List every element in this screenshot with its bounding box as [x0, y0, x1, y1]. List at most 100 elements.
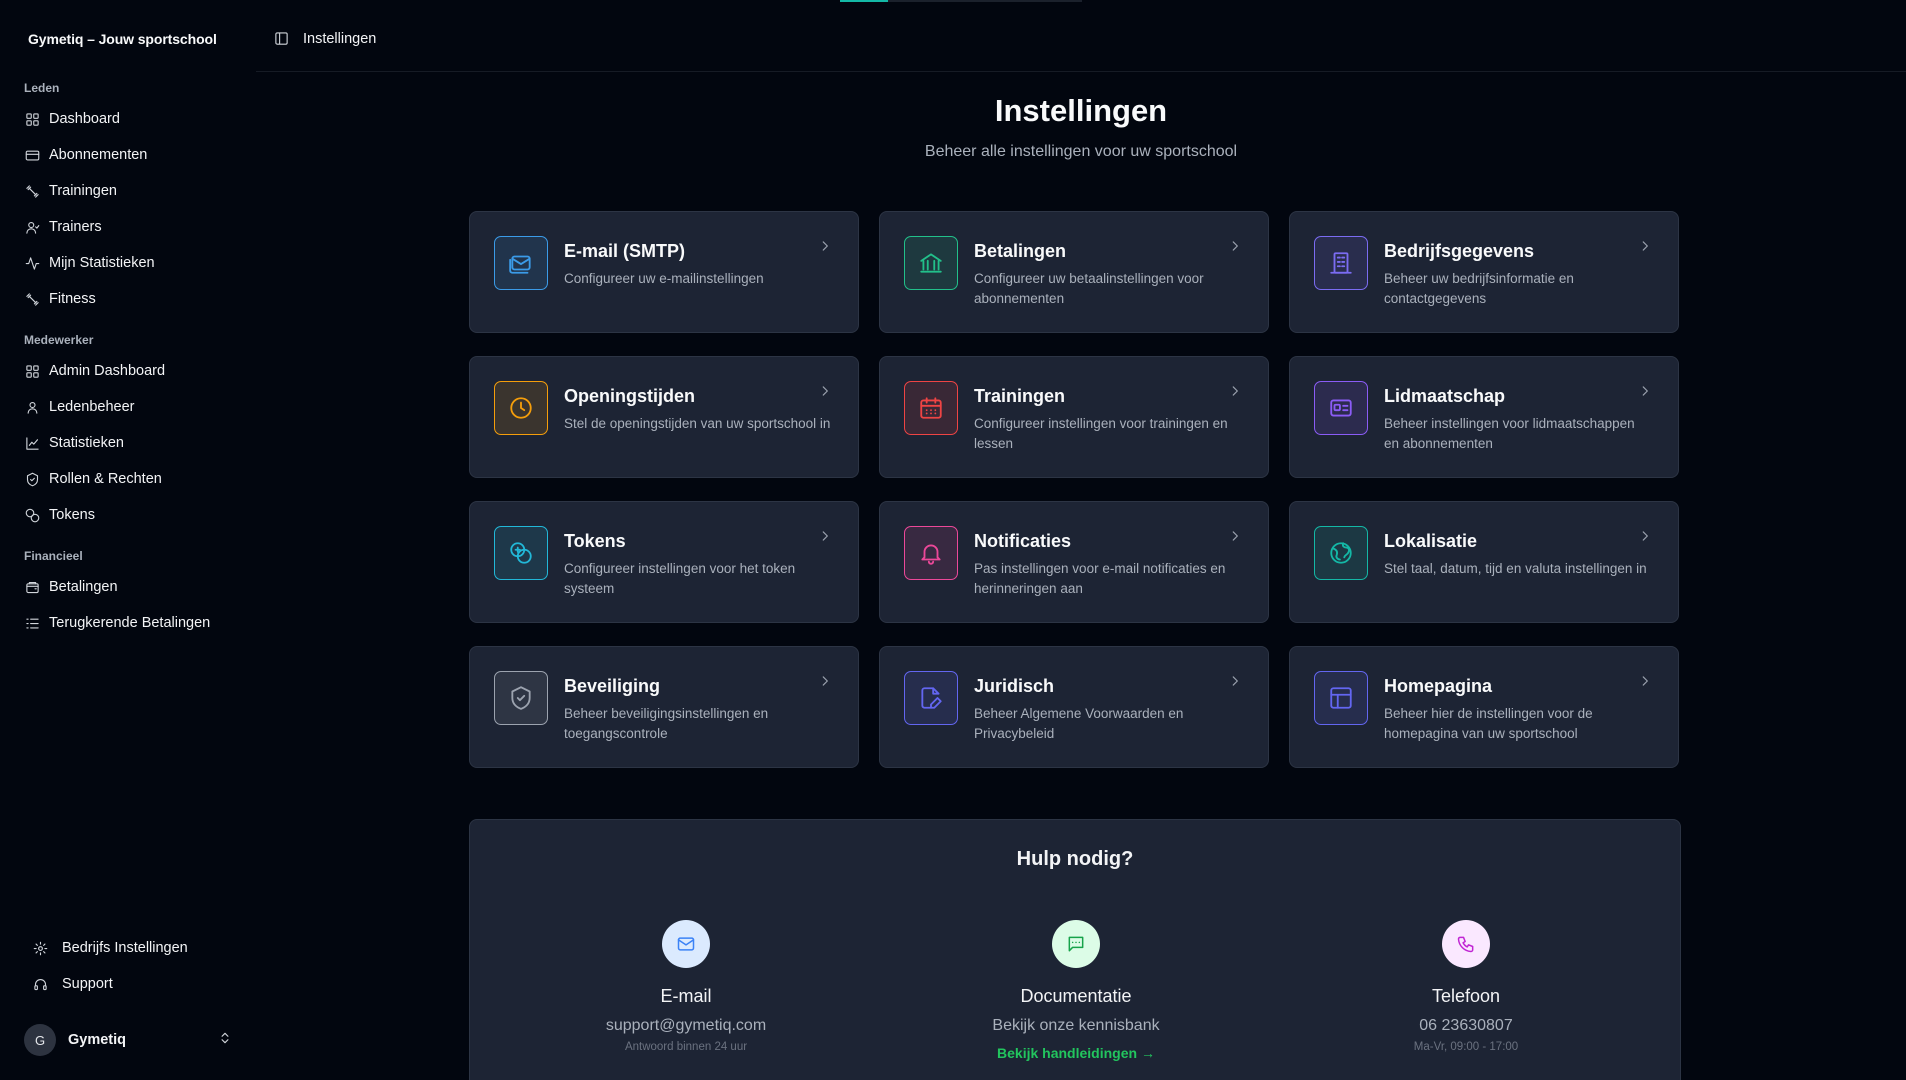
- bank-icon: [904, 236, 958, 290]
- card-description: Pas instellingen voor e-mail notificatie…: [974, 561, 1226, 596]
- activity-icon: [24, 255, 40, 271]
- sidebar-item-trainingen[interactable]: Trainingen: [24, 177, 117, 205]
- settings-card-bedrijfsgegevens[interactable]: Bedrijfsgegevens Beheer uw bedrijfsinform…: [1289, 211, 1679, 333]
- sidebar-item-terugkerende-betalingen[interactable]: Terugkerende Betalingen: [24, 609, 210, 637]
- settings-card-juridisch[interactable]: Juridisch Beheer Algemene Voorwaarden en …: [879, 646, 1269, 768]
- user-icon: [24, 399, 40, 415]
- help-docs-link[interactable]: Bekijk handleidingen →: [896, 1045, 1256, 1061]
- help-phone-name: Telefoon: [1431, 986, 1501, 1006]
- chart-icon: [24, 435, 40, 451]
- help-email-note: Antwoord binnen 24 uur: [624, 1041, 748, 1053]
- card-title: Betalingen: [974, 241, 1067, 261]
- chat-icon: [1068, 936, 1084, 952]
- calendar-icon: [904, 381, 958, 435]
- sidebar-item-betalingen[interactable]: Betalingen: [24, 573, 118, 601]
- mail-icon: [494, 236, 548, 290]
- help-section: Hulp nodig? E-mail support@gymetiq.com A…: [469, 819, 1681, 1080]
- loading-bar-fill: [840, 0, 889, 2]
- settings-card-notificaties[interactable]: Notificaties Pas instellingen voor e-mail…: [879, 501, 1269, 623]
- chevron-right-icon: [1638, 239, 1652, 253]
- help-circle[interactable]: [1052, 920, 1100, 968]
- avatar: G: [24, 1024, 56, 1056]
- settings-card-trainingen[interactable]: Trainingen Configureer instellingen voor …: [879, 356, 1269, 478]
- chevron-right-icon: [1228, 529, 1242, 543]
- settings-card-beveiliging[interactable]: Beveiliging Beheer beveiligingsinstelling…: [469, 646, 859, 768]
- card-title: Juridisch: [974, 676, 1055, 696]
- sidebar-item-ledenbeheer[interactable]: Ledenbeheer: [24, 393, 134, 421]
- sidebar-item-trainers[interactable]: Trainers: [24, 213, 102, 241]
- sidebar-item-rollen-rechten[interactable]: Rollen & Rechten: [24, 465, 162, 493]
- user-menu[interactable]: G Gymetiq: [24, 1022, 232, 1058]
- card-title: E-mail (SMTP): [564, 241, 686, 261]
- sidebar-item-label: Dashboard: [49, 111, 120, 127]
- chevron-right-icon: [818, 384, 832, 398]
- mail-icon: [677, 937, 695, 951]
- chevron-right-icon: [1638, 674, 1652, 688]
- sidebar-item-label: Tokens: [49, 507, 95, 523]
- coins-icon: [24, 507, 40, 523]
- sidebar-item-label: Fitness: [49, 291, 96, 307]
- help-phone-value[interactable]: 06 23630807: [1286, 1017, 1646, 1035]
- sidebar-toggle-button[interactable]: [274, 31, 290, 47]
- card-description: Configureer instellingen voor trainingen…: [974, 416, 1228, 451]
- sidebar: Gymetiq – Jouw sportschool Leden Dashboa…: [0, 0, 256, 1080]
- chevron-right-icon: [1228, 384, 1242, 398]
- settings-card-homepagina[interactable]: Homepagina Beheer hier de instellingen vo…: [1289, 646, 1679, 768]
- settings-card-betalingen[interactable]: Betalingen Configureer uw betaalinstellin…: [879, 211, 1269, 333]
- sidebar-item-abonnementen[interactable]: Abonnementen: [24, 141, 147, 169]
- shield-check-icon: [494, 671, 548, 725]
- help-circle[interactable]: [1442, 920, 1490, 968]
- sidebar-item-label: Admin Dashboard: [49, 363, 166, 379]
- page-subtitle: Beheer alle instellingen voor uw sportsc…: [924, 143, 1238, 160]
- bell-icon: [904, 526, 958, 580]
- settings-card-lidmaatschap[interactable]: Lidmaatschap Beheer instellingen voor lid…: [1289, 356, 1679, 478]
- sidebar-item-bedrijfs-instellingen[interactable]: Bedrijfs Instellingen: [32, 934, 188, 962]
- settings-card-e-mail-smtp[interactable]: E-mail (SMTP) Configureer uw e-mailinstel…: [469, 211, 859, 333]
- sidebar-item-tokens[interactable]: Tokens: [24, 501, 95, 529]
- help-email-value[interactable]: support@gymetiq.com: [506, 1017, 866, 1035]
- card-title: Notificaties: [974, 531, 1072, 551]
- settings-card-openingstijden[interactable]: Openingstijden Stel de openingstijden van…: [469, 356, 859, 478]
- help-docs-name: Documentatie: [1020, 986, 1132, 1006]
- help-email-name: E-mail: [660, 986, 712, 1006]
- sidebar-item-mijn-statistieken[interactable]: Mijn Statistieken: [24, 249, 155, 277]
- card-title: Lidmaatschap: [1384, 386, 1506, 406]
- gear-icon: [32, 940, 48, 956]
- settings-card-lokalisatie[interactable]: Lokalisatie Stel taal, datum, tijd en val…: [1289, 501, 1679, 623]
- sidebar-item-dashboard[interactable]: Dashboard: [24, 105, 120, 133]
- sidebar-item-label: Abonnementen: [49, 147, 148, 163]
- card-title: Openingstijden: [564, 386, 696, 406]
- clock-icon: [494, 381, 548, 435]
- settings-card-tokens[interactable]: Tokens Configureer instellingen voor het …: [469, 501, 859, 623]
- grid-icon: [24, 111, 40, 127]
- id-card-icon: [1314, 381, 1368, 435]
- topbar: [256, 0, 1906, 72]
- card-description: Beheer instellingen voor lidmaatschappen…: [1384, 416, 1635, 451]
- sidebar-item-label: Ledenbeheer: [49, 399, 135, 415]
- help-email: E-mail support@gymetiq.com Antwoord binn…: [506, 920, 866, 1053]
- sidebar-item-admin-dashboard[interactable]: Admin Dashboard: [24, 357, 165, 385]
- sidebar-item-label: Statistieken: [49, 435, 124, 451]
- sidebar-item-label: Trainingen: [49, 183, 117, 199]
- card-title: Lokalisatie: [1384, 531, 1478, 551]
- sidebar-item-statistieken[interactable]: Statistieken: [24, 429, 124, 457]
- sidebar-item-fitness[interactable]: Fitness: [24, 285, 96, 313]
- card-description: Beheer hier de instellingen voor de home…: [1384, 706, 1593, 741]
- help-docs-value: Bekijk onze kennisbank: [992, 1017, 1160, 1034]
- layout-icon: [1314, 671, 1368, 725]
- dumbbell-icon: [24, 291, 40, 307]
- page-title: Instellingen: [994, 93, 1168, 128]
- sidebar-item-support[interactable]: Support: [32, 970, 113, 998]
- sidebar-item-label: Support: [62, 976, 113, 992]
- help-circle[interactable]: [662, 920, 710, 968]
- card-description: Beheer Algemene Voorwaarden en Privacybe…: [974, 706, 1184, 741]
- app-title: Gymetiq – Jouw sportschool: [28, 31, 217, 47]
- headset-icon: [32, 976, 48, 992]
- phone-icon: [1457, 936, 1474, 953]
- help-docs: Documentatie Bekijk onze kennisbank Beki…: [896, 920, 1256, 1061]
- sidebar-item-label: Trainers: [49, 219, 102, 235]
- card-description: Beheer uw bedrijfsinformatie en contactg…: [1384, 271, 1574, 306]
- sidebar-item-label: Betalingen: [49, 579, 118, 595]
- chevron-right-icon: [1638, 384, 1652, 398]
- grid-icon: [24, 363, 40, 379]
